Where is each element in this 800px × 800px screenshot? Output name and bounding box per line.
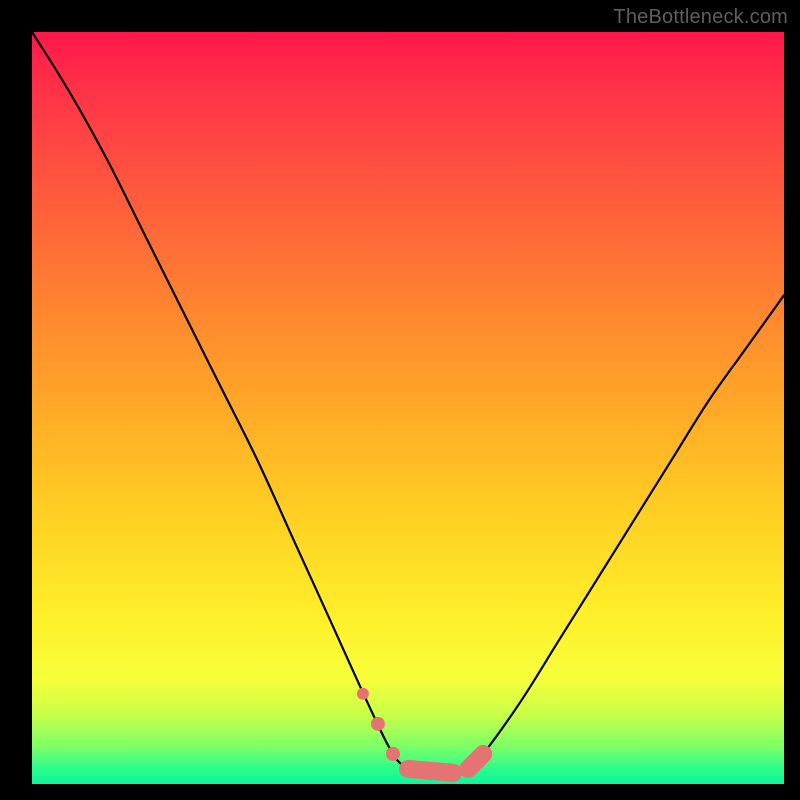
bottleneck-curve [32, 32, 784, 784]
chart-frame: TheBottleneck.com [0, 0, 800, 800]
curve-marker [386, 747, 400, 761]
watermark-text: TheBottleneck.com [613, 6, 788, 29]
curve-marker [371, 717, 385, 731]
curve-marker [408, 769, 453, 773]
curve-marker [357, 688, 369, 700]
plot-area [32, 32, 784, 784]
curve-marker [468, 754, 483, 769]
